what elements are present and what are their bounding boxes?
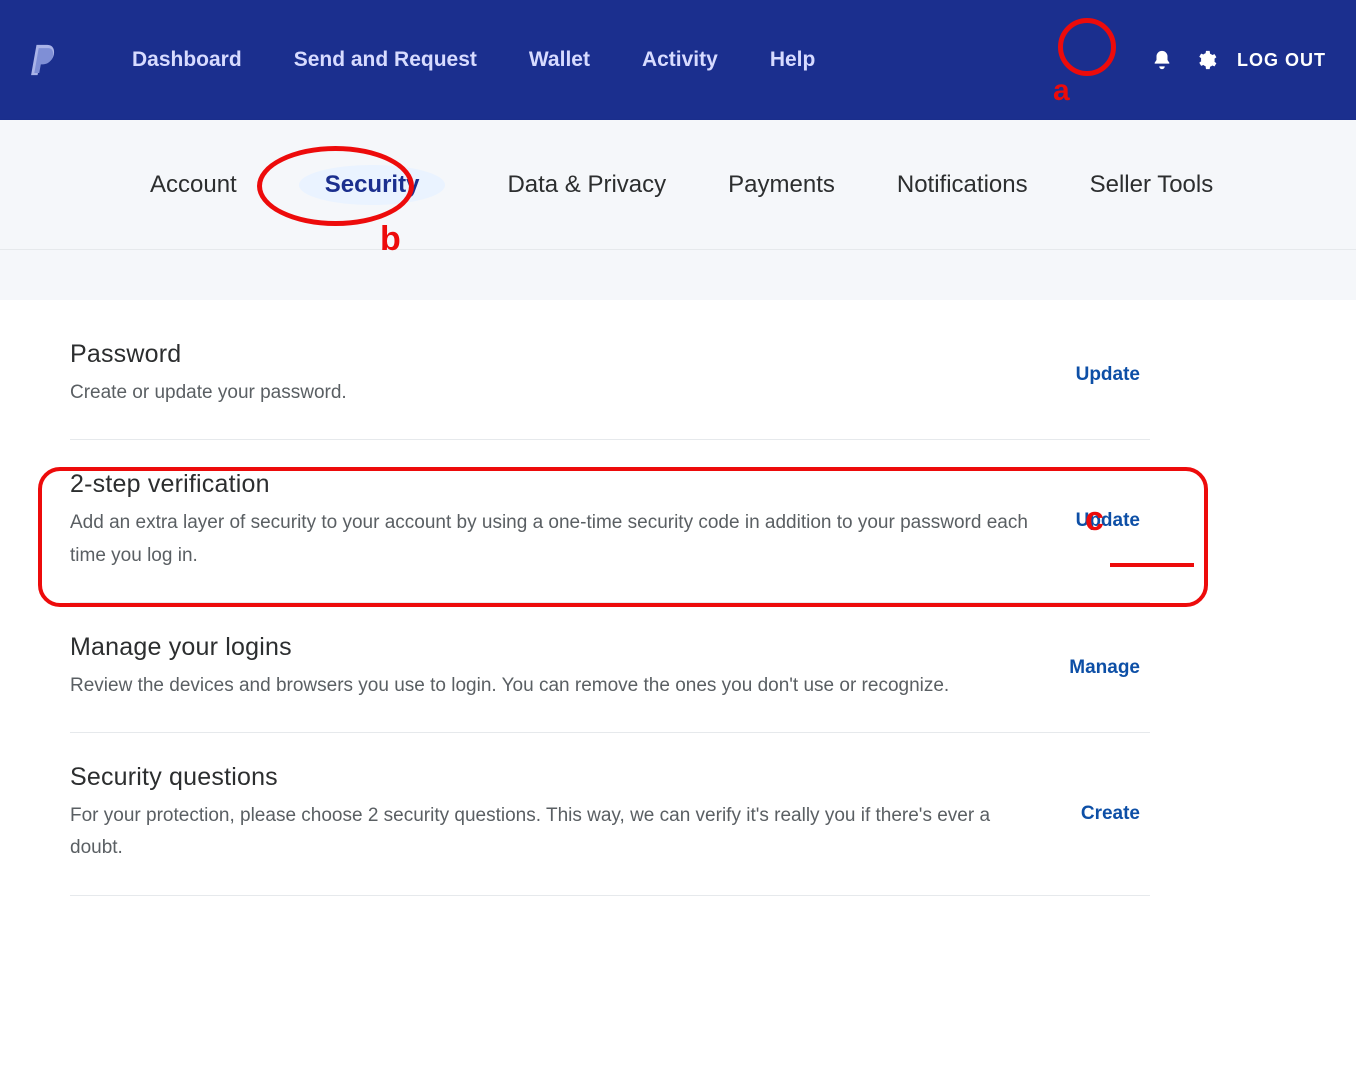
section-manage-logins: Manage your logins Review the devices an… [70, 603, 1150, 733]
security-settings: Password Create or update your password.… [0, 300, 1220, 896]
2step-update-link[interactable]: Update [1076, 510, 1150, 532]
security-questions-create-link[interactable]: Create [1081, 803, 1150, 825]
section-desc: Create or update your password. [70, 377, 347, 409]
section-security-questions: Security questions For your protection, … [70, 733, 1150, 896]
primary-nav-links: Dashboard Send and Request Wallet Activi… [132, 48, 815, 72]
paypal-logo-icon [30, 44, 56, 76]
top-nav: Dashboard Send and Request Wallet Activi… [0, 0, 1356, 120]
logout-link[interactable]: LOG OUT [1237, 50, 1326, 71]
section-title: Security questions [70, 763, 1030, 792]
nav-help[interactable]: Help [770, 48, 816, 72]
settings-gear-icon[interactable] [1193, 47, 1219, 73]
nav-activity[interactable]: Activity [642, 48, 718, 72]
nav-send-and-request[interactable]: Send and Request [294, 48, 477, 72]
tab-notifications[interactable]: Notifications [897, 171, 1028, 199]
section-password: Password Create or update your password.… [70, 340, 1150, 440]
section-title: 2-step verification [70, 470, 1030, 499]
section-desc: Review the devices and browsers you use … [70, 670, 949, 702]
nav-wallet[interactable]: Wallet [529, 48, 590, 72]
section-title: Manage your logins [70, 633, 949, 662]
tab-payments[interactable]: Payments [728, 171, 835, 199]
section-desc: For your protection, please choose 2 sec… [70, 800, 1030, 865]
tab-security[interactable]: Security [299, 165, 446, 205]
settings-tabs-bar: Account Security Data & Privacy Payments… [0, 120, 1356, 250]
manage-logins-link[interactable]: Manage [1069, 657, 1150, 679]
notifications-bell-icon[interactable] [1149, 47, 1175, 73]
tab-seller-tools[interactable]: Seller Tools [1090, 171, 1214, 199]
section-desc: Add an extra layer of security to your a… [70, 507, 1030, 572]
password-update-link[interactable]: Update [1076, 364, 1150, 386]
tab-account[interactable]: Account [150, 171, 237, 199]
section-2step: 2-step verification Add an extra layer o… [70, 440, 1150, 603]
tab-data-privacy[interactable]: Data & Privacy [507, 171, 666, 199]
nav-dashboard[interactable]: Dashboard [132, 48, 242, 72]
section-title: Password [70, 340, 347, 369]
